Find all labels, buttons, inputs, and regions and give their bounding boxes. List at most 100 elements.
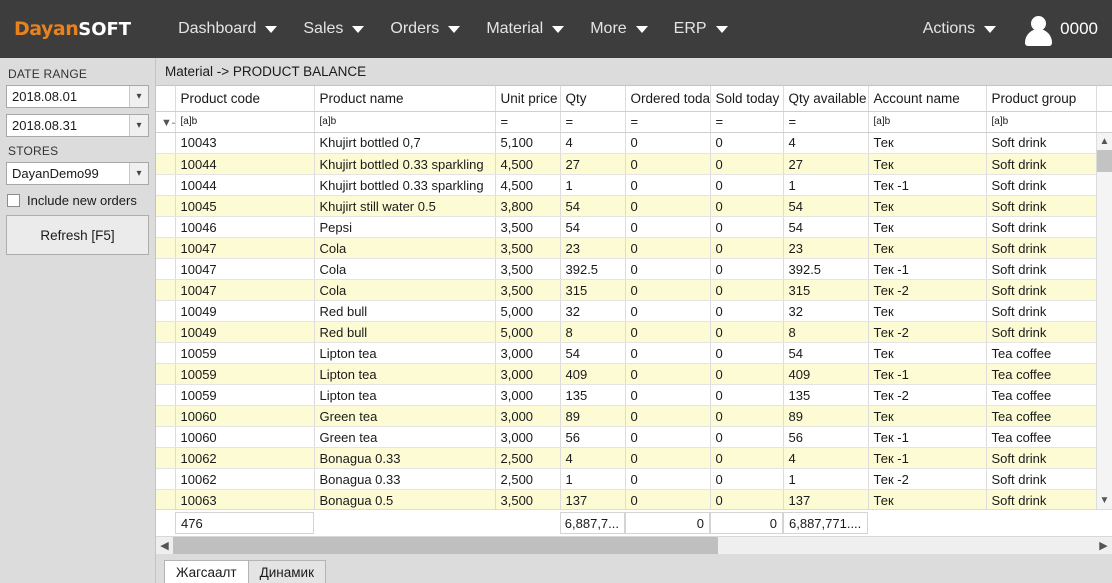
table-cell[interactable]: 8 [783,321,869,343]
table-cell[interactable]: 0 [710,342,784,364]
tab-dinamik[interactable]: Динамик [247,560,326,583]
table-cell[interactable]: 10047 [175,279,315,301]
filter-funnel-cell[interactable]: ▼– [156,111,176,133]
date-to-select[interactable]: 2018.08.31 ▾ [6,114,149,137]
table-cell[interactable]: Tea coffee [986,426,1096,448]
chevron-down-icon[interactable]: ▾ [129,163,148,184]
table-cell[interactable]: 10047 [175,258,315,280]
table-cell[interactable]: 0 [710,447,784,469]
scroll-down-button[interactable]: ▼ [1096,492,1112,509]
nav-item-more[interactable]: More [577,0,660,58]
chevron-down-icon[interactable]: ▾ [129,115,148,136]
table-cell[interactable]: Soft drink [986,447,1096,469]
table-cell[interactable]: 135 [783,384,869,406]
row-indicator-cell[interactable] [156,489,176,509]
table-cell[interactable]: Тек -2 [868,321,987,343]
table-cell[interactable]: 2,500 [495,468,561,490]
table-cell[interactable]: 409 [783,363,869,385]
column-header-sold-today[interactable]: Sold today [710,86,784,112]
store-select[interactable]: DayanDemo99 ▾ [6,162,149,185]
table-cell[interactable]: 4 [560,132,626,154]
table-cell[interactable]: Тек [868,195,987,217]
table-cell[interactable]: 54 [783,342,869,364]
table-cell[interactable]: 0 [625,300,711,322]
table-cell[interactable]: 32 [783,300,869,322]
table-row[interactable]: 10063 Bonagua 0.5 3,500 137 0 0 137 Тек Soft dri… [156,489,1096,509]
table-cell[interactable]: 0 [710,195,784,217]
table-row[interactable]: 10046 Pepsi 3,500 54 0 0 54 Тек Soft drink [156,216,1096,238]
user-avatar-icon[interactable] [1023,13,1053,46]
row-indicator-cell[interactable] [156,195,176,217]
table-cell[interactable]: 23 [560,237,626,259]
table-cell[interactable]: 0 [625,174,711,196]
table-cell[interactable]: 5,000 [495,300,561,322]
nav-item-dashboard[interactable]: Dashboard [165,0,290,58]
table-cell[interactable]: 0 [625,405,711,427]
table-cell[interactable]: 0 [710,258,784,280]
nav-item-actions[interactable]: Actions [910,0,1009,58]
table-cell[interactable]: 0 [710,153,784,175]
table-cell[interactable]: Тек -1 [868,258,987,280]
table-cell[interactable]: 135 [560,384,626,406]
filter-input-sold-today[interactable]: = [710,111,784,133]
table-cell[interactable]: Тек [868,216,987,238]
table-cell[interactable]: Тек -2 [868,468,987,490]
table-row[interactable]: 10062 Bonagua 0.33 2,500 1 0 0 1 Тек -2 Soft dri… [156,468,1096,490]
row-indicator-cell[interactable] [156,237,176,259]
table-cell[interactable]: 10049 [175,321,315,343]
column-header-ordered-today[interactable]: Ordered today [625,86,711,112]
table-cell[interactable]: Red bull [314,321,496,343]
row-indicator-cell[interactable] [156,258,176,280]
table-cell[interactable]: Tea coffee [986,363,1096,385]
table-cell[interactable]: 0 [710,468,784,490]
table-row[interactable]: 10047 Cola 3,500 315 0 0 315 Тек -2 Soft drink [156,279,1096,301]
table-cell[interactable]: Green tea [314,405,496,427]
table-cell[interactable]: 0 [710,279,784,301]
table-cell[interactable]: 3,000 [495,342,561,364]
filter-input-unit-price[interactable]: = [495,111,561,133]
table-cell[interactable]: Red bull [314,300,496,322]
table-cell[interactable]: 4 [783,132,869,154]
table-cell[interactable]: 0 [710,405,784,427]
table-cell[interactable]: 0 [625,258,711,280]
row-indicator-cell[interactable] [156,426,176,448]
row-indicator-cell[interactable] [156,279,176,301]
table-cell[interactable]: Тек -1 [868,426,987,448]
table-cell[interactable]: 1 [783,468,869,490]
summary-product-code-count[interactable]: 476 [175,512,314,534]
table-cell[interactable]: Green tea [314,426,496,448]
filter-input-qty-available[interactable]: = [783,111,869,133]
row-indicator-cell[interactable] [156,321,176,343]
table-cell[interactable]: 54 [783,216,869,238]
table-cell[interactable]: 10059 [175,363,315,385]
table-cell[interactable]: 10063 [175,489,315,509]
row-indicator-cell[interactable] [156,132,176,154]
vertical-scrollbar[interactable]: ▲ ▼ [1096,132,1112,509]
table-cell[interactable]: 10044 [175,153,315,175]
table-cell[interactable]: 89 [560,405,626,427]
table-cell[interactable]: 0 [710,363,784,385]
table-cell[interactable]: Tea coffee [986,384,1096,406]
table-cell[interactable]: Soft drink [986,195,1096,217]
table-row[interactable]: 10062 Bonagua 0.33 2,500 4 0 0 4 Тек -1 Soft dri… [156,447,1096,469]
table-cell[interactable]: 10062 [175,468,315,490]
summary-qty-available-total[interactable]: 6,887,771.... [783,512,868,534]
table-cell[interactable]: 0 [710,132,784,154]
table-cell[interactable]: Khujirt bottled 0,7 [314,132,496,154]
table-row[interactable]: 10047 Cola 3,500 392.5 0 0 392.5 Тек -1 Soft dri… [156,258,1096,280]
table-cell[interactable]: Soft drink [986,132,1096,154]
table-cell[interactable]: 3,500 [495,258,561,280]
table-cell[interactable]: 3,000 [495,405,561,427]
table-row[interactable]: 10059 Lipton tea 3,000 409 0 0 409 Тек -1 Tea co… [156,363,1096,385]
table-cell[interactable]: Тек [868,132,987,154]
table-cell[interactable]: Khujirt bottled 0.33 sparkling [314,174,496,196]
table-cell[interactable]: 0 [710,426,784,448]
table-cell[interactable]: 3,500 [495,216,561,238]
nav-item-orders[interactable]: Orders [377,0,473,58]
scroll-left-button[interactable]: ◀ [156,537,173,554]
table-cell[interactable]: 3,000 [495,426,561,448]
table-cell[interactable]: Тек -1 [868,363,987,385]
table-cell[interactable]: 137 [560,489,626,509]
table-cell[interactable]: Cola [314,258,496,280]
table-cell[interactable]: 10059 [175,384,315,406]
